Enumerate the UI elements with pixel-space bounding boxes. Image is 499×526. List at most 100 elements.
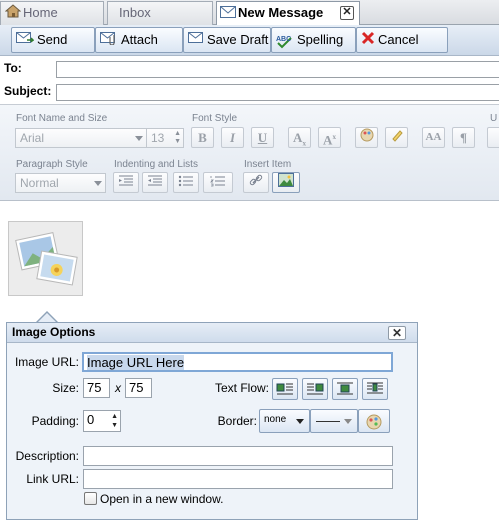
paragraph-button[interactable]: ¶ bbox=[452, 127, 475, 148]
padding-stepper[interactable]: 0 ▲ ▼ bbox=[83, 410, 121, 432]
paragraph-style-value: Normal bbox=[20, 176, 59, 190]
cancel-icon bbox=[361, 29, 375, 53]
font-style-label: Font Style bbox=[192, 113, 238, 124]
bulleted-list-button[interactable] bbox=[173, 172, 199, 193]
padding-value: 0 bbox=[87, 412, 95, 427]
height-input[interactable]: 75 bbox=[125, 378, 152, 398]
border-width-select[interactable] bbox=[310, 409, 358, 433]
size-label: Size: bbox=[52, 381, 79, 395]
envelope-icon bbox=[220, 3, 236, 25]
image-url-value: Image URL Here bbox=[87, 355, 185, 370]
link-url-input[interactable] bbox=[83, 469, 393, 489]
new-window-label: Open in a new window. bbox=[100, 492, 224, 506]
chevron-down-icon bbox=[296, 419, 304, 424]
font-size-change-icon: AA bbox=[425, 131, 442, 143]
italic-button[interactable]: I bbox=[221, 127, 244, 148]
image-url-input[interactable]: Image URL Here bbox=[82, 352, 393, 372]
close-dialog-button[interactable]: ✕ bbox=[388, 326, 406, 340]
indent-button[interactable] bbox=[142, 172, 168, 193]
font-name-select[interactable]: Arial bbox=[15, 128, 147, 148]
message-toolbar: Send Attach Save Draft ABC Spelling Canc… bbox=[0, 25, 499, 56]
outdent-icon bbox=[118, 175, 134, 190]
highlighter-icon bbox=[390, 130, 404, 145]
link-url-label: Link URL: bbox=[26, 472, 79, 486]
text-flow-center-button[interactable] bbox=[332, 378, 358, 400]
bulleted-list-icon bbox=[178, 175, 194, 190]
border-style-select[interactable]: none bbox=[259, 409, 310, 433]
save-draft-label: Save Draft bbox=[207, 32, 269, 47]
font-size-change-button[interactable]: AA bbox=[422, 127, 445, 148]
attach-label: Attach bbox=[121, 32, 158, 47]
text-flow-right-button[interactable] bbox=[302, 378, 328, 400]
highlight-button[interactable] bbox=[385, 127, 408, 148]
send-button[interactable]: Send bbox=[11, 27, 95, 53]
inserted-image[interactable] bbox=[8, 221, 83, 296]
overflow-group-label: U bbox=[490, 113, 498, 124]
link-icon bbox=[249, 174, 263, 190]
spelling-button[interactable]: ABC Spelling bbox=[271, 27, 356, 53]
new-window-checkbox[interactable] bbox=[84, 492, 97, 505]
dialog-title: Image Options bbox=[7, 323, 417, 343]
spelling-label: Spelling bbox=[297, 32, 344, 47]
align-inline-icon bbox=[363, 382, 387, 402]
stepper-arrows-icon: ▲ ▼ bbox=[174, 130, 181, 145]
indenting-lists-label: Indenting and Lists bbox=[114, 159, 198, 170]
border-line-sample bbox=[316, 421, 340, 422]
outdent-button[interactable] bbox=[113, 172, 139, 193]
insert-link-button[interactable] bbox=[243, 172, 269, 193]
subject-field[interactable] bbox=[56, 84, 499, 101]
text-flow-left-button[interactable] bbox=[272, 378, 298, 400]
cancel-button[interactable]: Cancel bbox=[356, 27, 448, 53]
tab-new-message-label: New Message bbox=[238, 5, 324, 20]
paragraph-style-select[interactable]: Normal bbox=[15, 173, 106, 193]
image-url-label: Image URL: bbox=[14, 355, 79, 369]
chevron-down-icon bbox=[94, 181, 102, 186]
format-toolbar: Font Name and Size Arial 13 ▲ ▼ Font Styl… bbox=[0, 104, 499, 201]
subscript-button[interactable]: Ax bbox=[288, 127, 311, 148]
font-size-value: 13 bbox=[151, 131, 165, 145]
superscript-button[interactable]: Ax bbox=[318, 127, 341, 148]
font-name-size-label: Font Name and Size bbox=[16, 113, 108, 124]
align-right-icon bbox=[303, 383, 327, 402]
tab-inbox[interactable]: Inbox bbox=[107, 1, 213, 25]
chevron-down-icon bbox=[344, 419, 352, 424]
border-style-value: none bbox=[264, 414, 287, 425]
border-color-button[interactable] bbox=[358, 409, 390, 433]
chevron-down-icon bbox=[135, 136, 143, 141]
description-input[interactable] bbox=[83, 446, 393, 466]
underline-button[interactable]: U bbox=[251, 127, 274, 148]
description-label: Description: bbox=[15, 449, 79, 463]
tab-home[interactable]: Home bbox=[0, 1, 104, 25]
to-label: To: bbox=[4, 61, 22, 75]
tab-new-message[interactable]: New Message ✕ bbox=[216, 1, 360, 26]
times-sign: x bbox=[115, 381, 121, 395]
insert-image-button[interactable] bbox=[272, 172, 300, 193]
width-input[interactable]: 75 bbox=[83, 378, 110, 398]
text-color-button[interactable] bbox=[355, 127, 378, 148]
padding-label: Padding: bbox=[31, 414, 79, 428]
tab-home-label: Home bbox=[23, 5, 58, 20]
to-field[interactable] bbox=[56, 61, 499, 78]
tab-inbox-label: Inbox bbox=[119, 5, 151, 20]
subject-label: Subject: bbox=[4, 84, 52, 98]
image-icon bbox=[278, 173, 294, 190]
spellcheck-icon-text: ABC bbox=[276, 35, 292, 43]
bold-button[interactable]: B bbox=[191, 127, 214, 148]
save-draft-button[interactable]: Save Draft bbox=[183, 27, 271, 53]
send-label: Send bbox=[37, 32, 68, 47]
attach-button[interactable]: Attach bbox=[95, 27, 183, 53]
text-flow-inline-button[interactable] bbox=[362, 378, 388, 400]
font-size-stepper[interactable]: 13 ▲ ▼ bbox=[146, 128, 184, 148]
close-tab-button[interactable]: ✕ bbox=[340, 6, 354, 20]
send-icon bbox=[16, 29, 35, 53]
insert-item-label: Insert Item bbox=[244, 159, 292, 170]
numbered-list-button[interactable] bbox=[203, 172, 233, 193]
spellcheck-icon: ABC bbox=[276, 33, 294, 49]
paragraph-style-label: Paragraph Style bbox=[16, 159, 88, 170]
align-left-icon bbox=[273, 383, 297, 402]
stepper-arrows-icon: ▲ ▼ bbox=[111, 413, 118, 429]
cancel-label: Cancel bbox=[378, 32, 419, 47]
attach-icon bbox=[100, 29, 118, 53]
tab-bar: Home Inbox New Message ✕ bbox=[0, 0, 499, 26]
overflow-button[interactable] bbox=[487, 127, 499, 148]
